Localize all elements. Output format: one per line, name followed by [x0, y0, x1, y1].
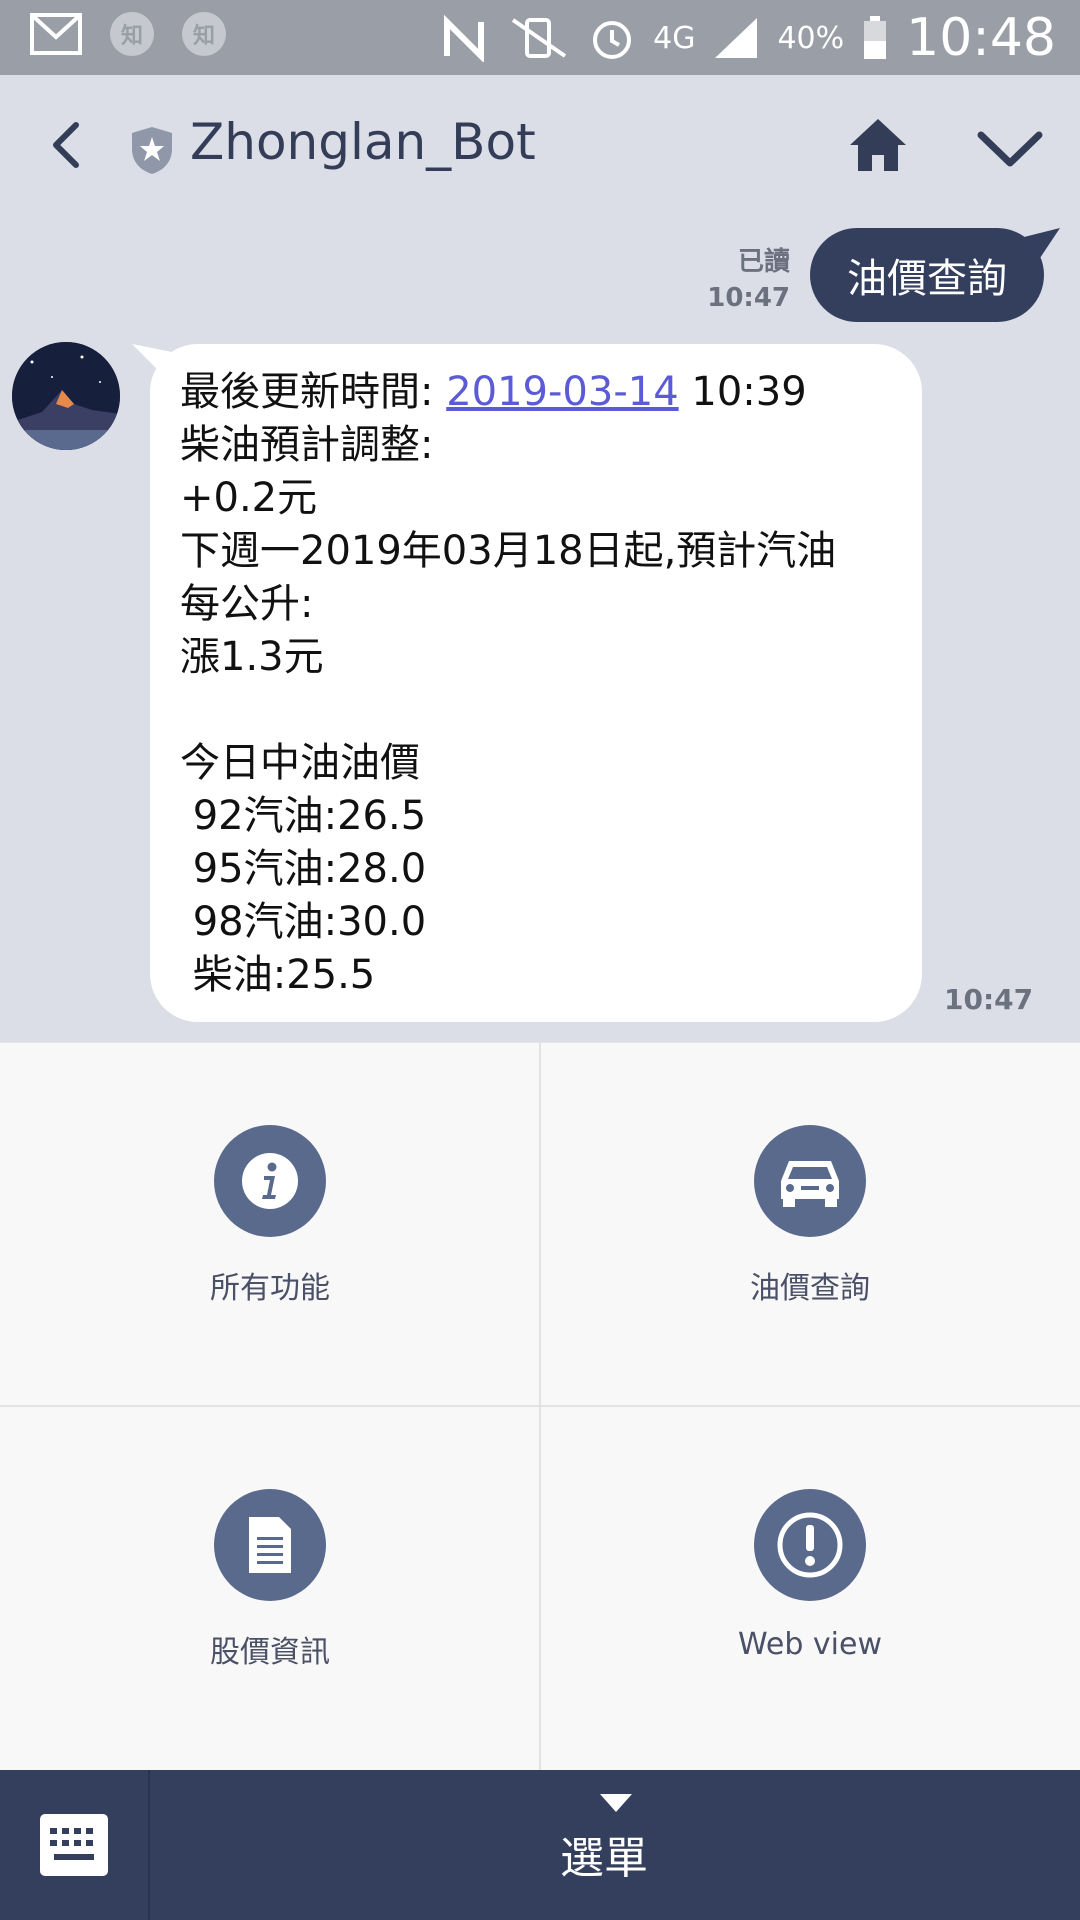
read-label: 已讀 [737, 247, 790, 277]
outgoing-time: 10:47 [707, 283, 790, 313]
bottom-bar: 選單 [0, 1770, 1080, 1920]
message-line: 柴油預計調整: [180, 422, 434, 468]
battery-percent: 40% [777, 20, 845, 56]
menu-toggle-label[interactable]: 選單 [560, 1822, 648, 1886]
gmail-icon [30, 13, 82, 55]
update-time-label: 最後更新時間: [180, 369, 447, 415]
battery-icon [864, 16, 887, 59]
update-time-value: 10:39 [678, 369, 807, 415]
menu-item-web-view[interactable]: Web view [540, 1407, 1080, 1771]
clock: 10:48 [906, 8, 1056, 68]
home-icon[interactable] [848, 115, 908, 175]
alarm-icon [593, 21, 632, 59]
incoming-message[interactable]: 最後更新時間: 2019-03-14 10:39 柴油預計調整: +0.2元 下… [150, 344, 922, 1022]
menu-item-label: 所有功能 [210, 1271, 330, 1306]
menu-item-label: Web view [737, 1627, 883, 1662]
network-type: 4G [653, 20, 696, 56]
menu-item-oil-price[interactable]: 油價查詢 [540, 1043, 1080, 1407]
info-icon [214, 1125, 326, 1237]
avatar[interactable] [12, 342, 120, 450]
message-line: 98汽油:30.0 [180, 899, 427, 945]
rich-menu: 所有功能 油價查詢 股價資訊 Web view [0, 1042, 1080, 1771]
date-link[interactable]: 2019-03-14 [446, 369, 678, 415]
exclamation-icon [754, 1489, 866, 1601]
message-line: 漲1.3元 [180, 634, 324, 680]
nfc-icon [444, 14, 485, 62]
message-line: 柴油:25.5 [180, 952, 376, 998]
back-icon[interactable] [38, 115, 98, 175]
menu-item-label: 股價資訊 [210, 1635, 330, 1670]
status-bar: 知 知 4G 40% 10:48 [0, 0, 1080, 75]
message-line: 最後更新時間: 2019-03-14 10:39 [180, 366, 892, 419]
keyboard-button[interactable] [0, 1770, 150, 1920]
message-line: +0.2元 [180, 475, 318, 521]
zhihu-icon: 知 [110, 12, 154, 56]
message-line: 92汽油:26.5 [180, 793, 427, 839]
chevron-down-icon[interactable] [975, 125, 1045, 175]
caret-down-icon[interactable] [600, 1794, 632, 1814]
menu-item-label: 油價查詢 [750, 1271, 870, 1306]
menu-item-all-functions[interactable]: 所有功能 [0, 1043, 540, 1407]
message-line: 每公升: [180, 581, 314, 627]
mountain-avatar-image [12, 342, 120, 450]
message-line: 95汽油:28.0 [180, 846, 427, 892]
message-line: 今日中油油價 [180, 740, 420, 786]
vibrate-mute-icon [511, 18, 567, 58]
incoming-time: 10:47 [944, 983, 1034, 1016]
read-receipt: 已讀 10:47 [707, 244, 790, 316]
shield-star-icon [132, 127, 172, 174]
signal-icon [715, 18, 758, 58]
document-icon [214, 1489, 326, 1601]
message-line [180, 684, 892, 737]
menu-item-stock-info[interactable]: 股價資訊 [0, 1407, 540, 1771]
car-icon [754, 1125, 866, 1237]
zhihu-icon: 知 [182, 12, 226, 56]
outgoing-message[interactable]: 油價查詢 [810, 228, 1044, 322]
chat-title: Zhonglan_Bot [190, 113, 536, 171]
message-line: 下週一2019年03月18日起,預計汽油 [180, 528, 837, 574]
chat-header: Zhonglan_Bot [0, 75, 1080, 220]
keyboard-icon [40, 1814, 108, 1876]
